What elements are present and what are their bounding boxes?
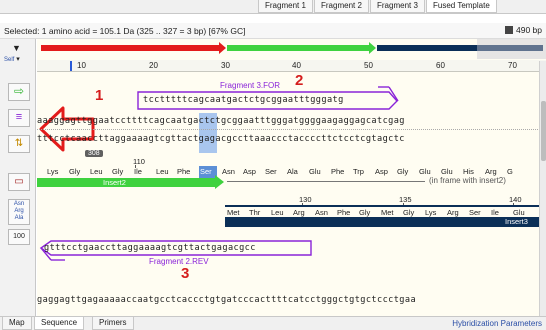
aa-ser-selected[interactable]: Ser [200, 167, 212, 176]
aa3-arg: Arg [293, 208, 305, 217]
swap-arrows-icon: ⇅ [14, 138, 24, 149]
hybridization-parameters-link[interactable]: Hybridization Parameters [452, 319, 542, 328]
fragment3-for-sequence[interactable]: tcctttttcagcaatgactctgcggaatttgggatg [143, 95, 344, 105]
insert2-label: Insert2 [103, 178, 126, 187]
insert3-feature-bar[interactable] [225, 217, 546, 227]
aa-glu-2: Glu [419, 167, 431, 176]
annotation-number-3: 3 [181, 265, 190, 282]
aa-leu-2: Leu [156, 167, 169, 176]
aa-label-arg: Arg [14, 208, 24, 214]
position-tag-308: 308 [85, 150, 103, 157]
feature-toggle-button[interactable]: ▭ [8, 173, 30, 191]
bottom-strand-sequence[interactable]: tttcctcaaccttaggaaaagtcgttactgagacgcctta… [37, 134, 405, 144]
bottom-tab-bar: Map Sequence Primers Hybridization Param… [0, 316, 546, 330]
aa-ser: Ser [265, 167, 277, 176]
position-140: 140 [509, 195, 522, 204]
aa-glu: Glu [309, 167, 321, 176]
aa-asp-2: Asp [375, 167, 388, 176]
tab-fragment-2[interactable]: Fragment 2 [314, 0, 369, 13]
position-135: 135 [399, 195, 412, 204]
vertical-scrollbar[interactable] [539, 61, 546, 316]
in-frame-text: (in frame with insert2) [429, 176, 506, 185]
aa-glu-3: Glu [441, 167, 453, 176]
sequence-length: 490 bp [505, 25, 542, 35]
align-primers-button[interactable]: ≡ [8, 109, 30, 127]
aa-lys: Lys [47, 167, 59, 176]
feature-bar-icon: ▭ [14, 176, 24, 187]
aa-arg: Arg [485, 167, 497, 176]
length-indicator-icon [505, 26, 513, 34]
self-label: Self [4, 57, 15, 63]
aa-ala: Ala [287, 167, 298, 176]
aa3-ser: Ser [469, 208, 481, 217]
insert3-label: Insert3 [505, 217, 528, 226]
lines-icon: ≡ [15, 111, 23, 123]
self-dimer-button[interactable]: Self ▾ [4, 55, 32, 67]
aa3-asn: Asn [315, 208, 328, 217]
scroll-up-icon[interactable]: ▼ [12, 43, 21, 53]
tab-fragment-1[interactable]: Fragment 1 [258, 0, 313, 13]
tab-primers[interactable]: Primers [92, 317, 134, 330]
insert2-arrow-icon [215, 175, 224, 189]
aa-gly: Gly [69, 167, 81, 176]
numbering-label: 100 [13, 233, 25, 240]
aa-gly-2: Gly [112, 167, 124, 176]
aa-leu: Leu [90, 167, 103, 176]
aa-label-ala: Ala [14, 215, 24, 221]
annotation-number-1: 1 [95, 87, 104, 104]
in-frame-line [227, 181, 425, 182]
insert2-feature-bar[interactable] [37, 178, 215, 187]
forward-arrow-button[interactable]: ⇨ [8, 83, 30, 101]
aa3-phe: Phe [337, 208, 351, 217]
aa-asp: Asp [243, 167, 256, 176]
tab-sequence[interactable]: Sequence [34, 317, 85, 330]
position-130: 130 [299, 195, 312, 204]
aa3-met: Met [227, 208, 240, 217]
fragment-tab-bar: Fragment 1 Fragment 2 Fragment 3 Fused T… [0, 0, 546, 14]
aa3-ile: Ile [491, 208, 499, 217]
next-row-sequence[interactable]: gaggagttgagaaaaaccaatgcctcaccctgtgatccca… [37, 295, 416, 305]
right-arrow-icon: ⇨ [13, 84, 25, 98]
insert3-top-line [225, 205, 546, 207]
fragment2-rev-sequence[interactable]: gtttcctgaaccttaggaaaagtcgttactgagacgcc [44, 243, 256, 253]
selection-status-bar: Selected: 1 amino acid = 105.1 Da (325 .… [0, 23, 546, 39]
selection-info: Selected: 1 amino acid = 105.1 Da (325 .… [4, 26, 246, 36]
aa-label-asn: Asn [13, 201, 25, 207]
aa3-gly-2: Gly [403, 208, 415, 217]
swap-strand-button[interactable]: ⇅ [8, 135, 30, 153]
aa-his: His [463, 167, 474, 176]
aa-trp: Trp [353, 167, 364, 176]
aa-gly-3: Gly [397, 167, 409, 176]
tab-map[interactable]: Map [2, 317, 32, 330]
aa3-arg-2: Arg [447, 208, 459, 217]
aa3-thr: Thr [249, 208, 261, 217]
aa-phe-2: Phe [331, 167, 345, 176]
numbering-toggle-button[interactable]: 100 [8, 229, 30, 245]
aa3-gly: Gly [359, 208, 371, 217]
aa-phe: Phe [177, 167, 191, 176]
aa3-glu: Glu [513, 208, 525, 217]
scrollbar-thumb[interactable] [541, 101, 546, 161]
tab-fragment-3[interactable]: Fragment 3 [370, 0, 425, 13]
aa3-met-2: Met [381, 208, 394, 217]
fragment2-rev-label: Fragment 2.REV [149, 257, 209, 266]
strand-separator [37, 129, 546, 130]
aa3-lys: Lys [425, 208, 437, 217]
aa-g-partial: G [507, 167, 513, 176]
sequence-view[interactable]: 10 20 30 40 50 60 70 Fragment 3.FOR 2 tc… [37, 39, 546, 316]
tab-fused-template[interactable]: Fused Template [426, 0, 497, 13]
translation-toggle-button[interactable]: Asn Arg Ala [8, 199, 30, 225]
top-strand-sequence[interactable]: aaaggagttggaatccttttcagcaatgactctgcggaat… [37, 116, 405, 126]
left-toolbar: ▼ Self ▾ ⇨ ≡ ⇅ ▭ Asn Arg Ala 100 [0, 39, 36, 316]
aa-ile: Ile [134, 167, 142, 176]
sequence-length-text: 490 bp [516, 25, 542, 35]
aa3-leu: Leu [271, 208, 284, 217]
